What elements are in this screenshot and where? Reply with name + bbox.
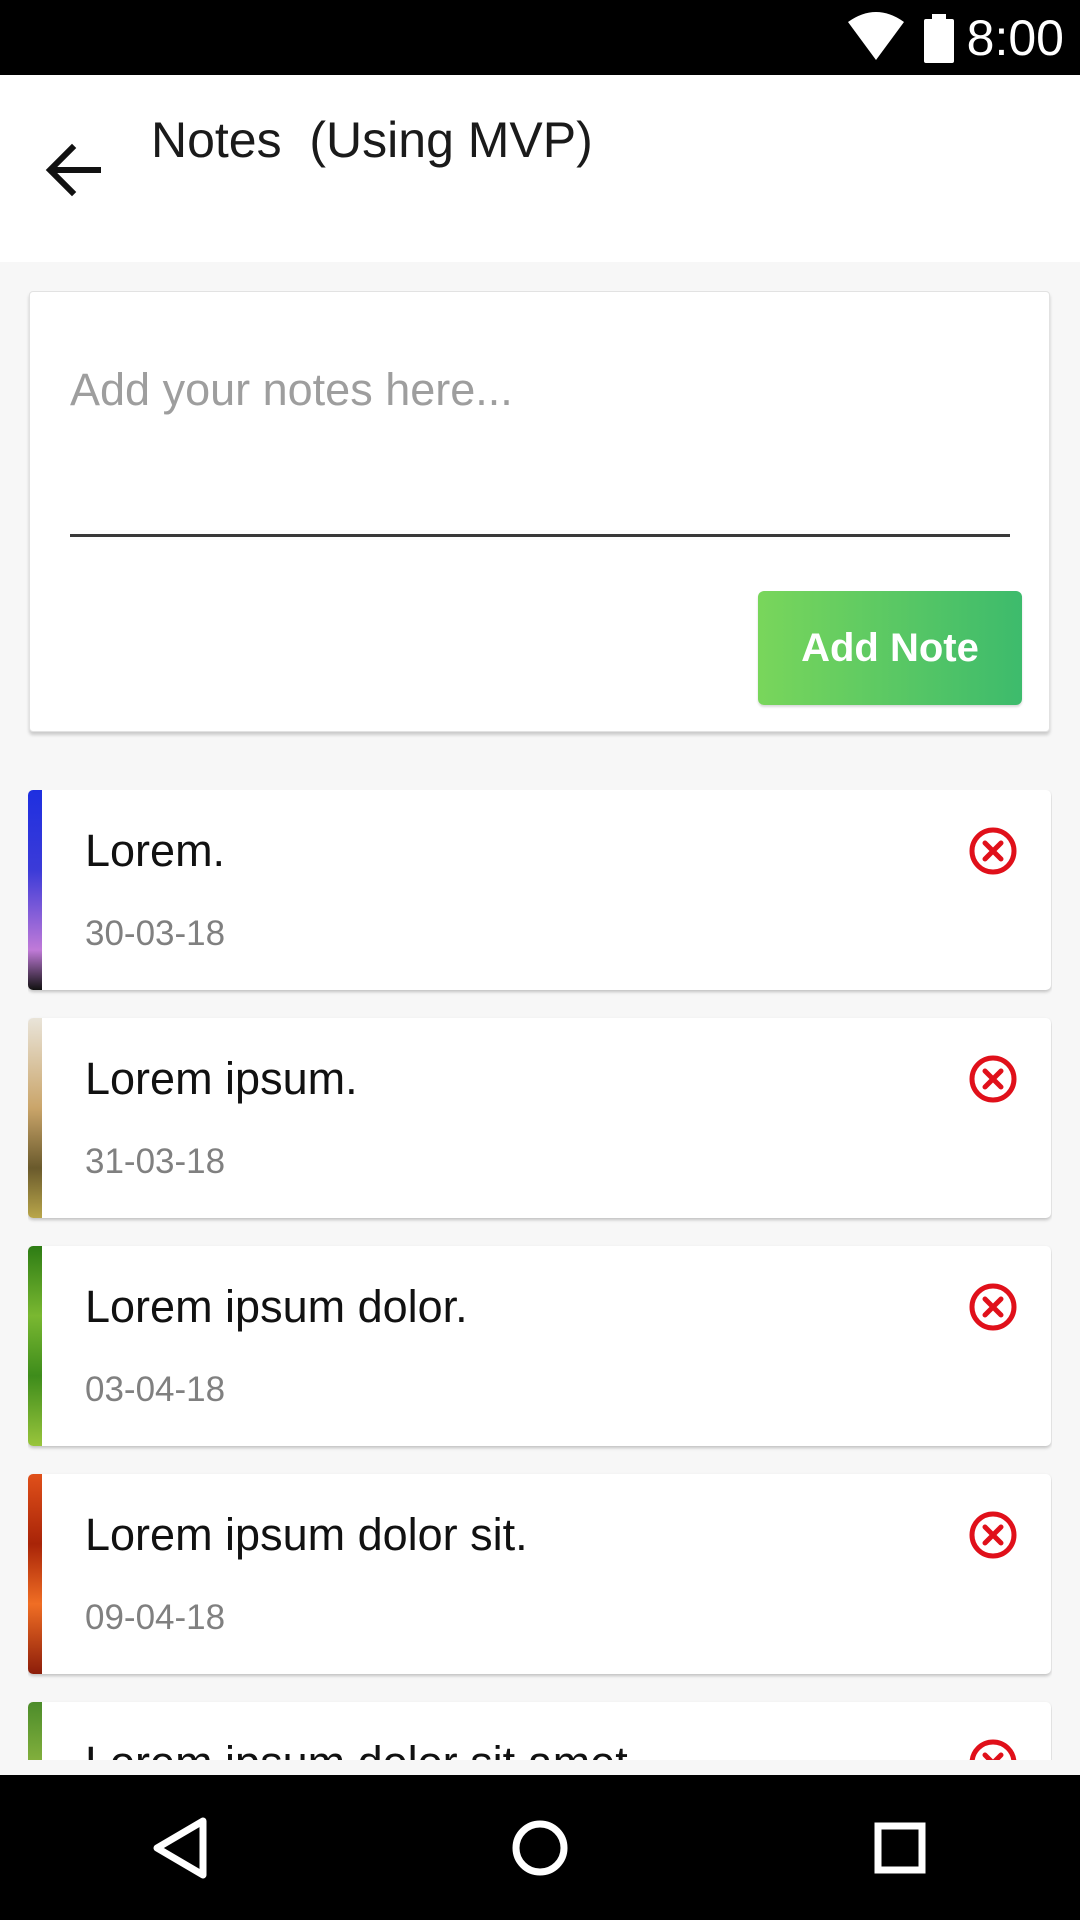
note-card[interactable]: Lorem ipsum dolor. 03-04-18 — [28, 1246, 1051, 1446]
home-circle-icon[interactable] — [495, 1803, 585, 1893]
note-card[interactable]: Lorem ipsum dolor sit. 09-04-18 — [28, 1474, 1051, 1674]
battery-icon — [924, 14, 954, 63]
note-title: Lorem ipsum. — [85, 1053, 358, 1104]
note-color-strip — [28, 1018, 42, 1218]
note-title: Lorem ipsum dolor sit. — [85, 1509, 528, 1560]
delete-note-icon[interactable] — [968, 1054, 1018, 1104]
note-color-strip — [28, 1702, 42, 1760]
note-title: Lorem. — [85, 825, 226, 876]
input-underline — [70, 534, 1010, 537]
delete-note-icon[interactable] — [968, 1282, 1018, 1332]
delete-note-icon[interactable] — [968, 1738, 1018, 1760]
add-note-button[interactable]: Add Note — [758, 591, 1022, 705]
delete-note-icon[interactable] — [968, 1510, 1018, 1560]
status-bar: 8:00 — [0, 0, 1080, 75]
note-title: Lorem ipsum dolor sit amet. — [85, 1737, 640, 1760]
note-date: 09-04-18 — [85, 1598, 226, 1637]
recents-square-icon[interactable] — [855, 1803, 945, 1893]
note-title: Lorem ipsum dolor. — [85, 1281, 468, 1332]
note-card[interactable]: Lorem. 30-03-18 — [28, 790, 1051, 990]
note-card[interactable]: Lorem ipsum. 31-03-18 — [28, 1018, 1051, 1218]
note-color-strip — [28, 1246, 42, 1446]
note-date: 31-03-18 — [85, 1142, 226, 1181]
back-triangle-icon[interactable] — [135, 1803, 225, 1893]
note-input[interactable] — [70, 352, 1010, 428]
note-date: 03-04-18 — [85, 1370, 226, 1409]
page-title: Notes (Using MVP) — [151, 112, 593, 168]
note-composer-card: Add Note — [29, 291, 1050, 732]
status-time: 8:00 — [966, 10, 1064, 66]
note-card[interactable]: Lorem ipsum dolor sit amet. — [28, 1702, 1051, 1760]
note-color-strip — [28, 790, 42, 990]
app-bar: Notes (Using MVP) — [0, 75, 1080, 262]
notes-list: Lorem. 30-03-18 Lorem ipsum. 31-03-18 Lo… — [28, 790, 1052, 1760]
wifi-icon — [848, 12, 904, 60]
note-color-strip — [28, 1474, 42, 1674]
back-arrow-icon[interactable] — [40, 135, 110, 205]
system-nav-bar — [0, 1775, 1080, 1920]
note-date: 30-03-18 — [85, 914, 226, 953]
delete-note-icon[interactable] — [968, 826, 1018, 876]
